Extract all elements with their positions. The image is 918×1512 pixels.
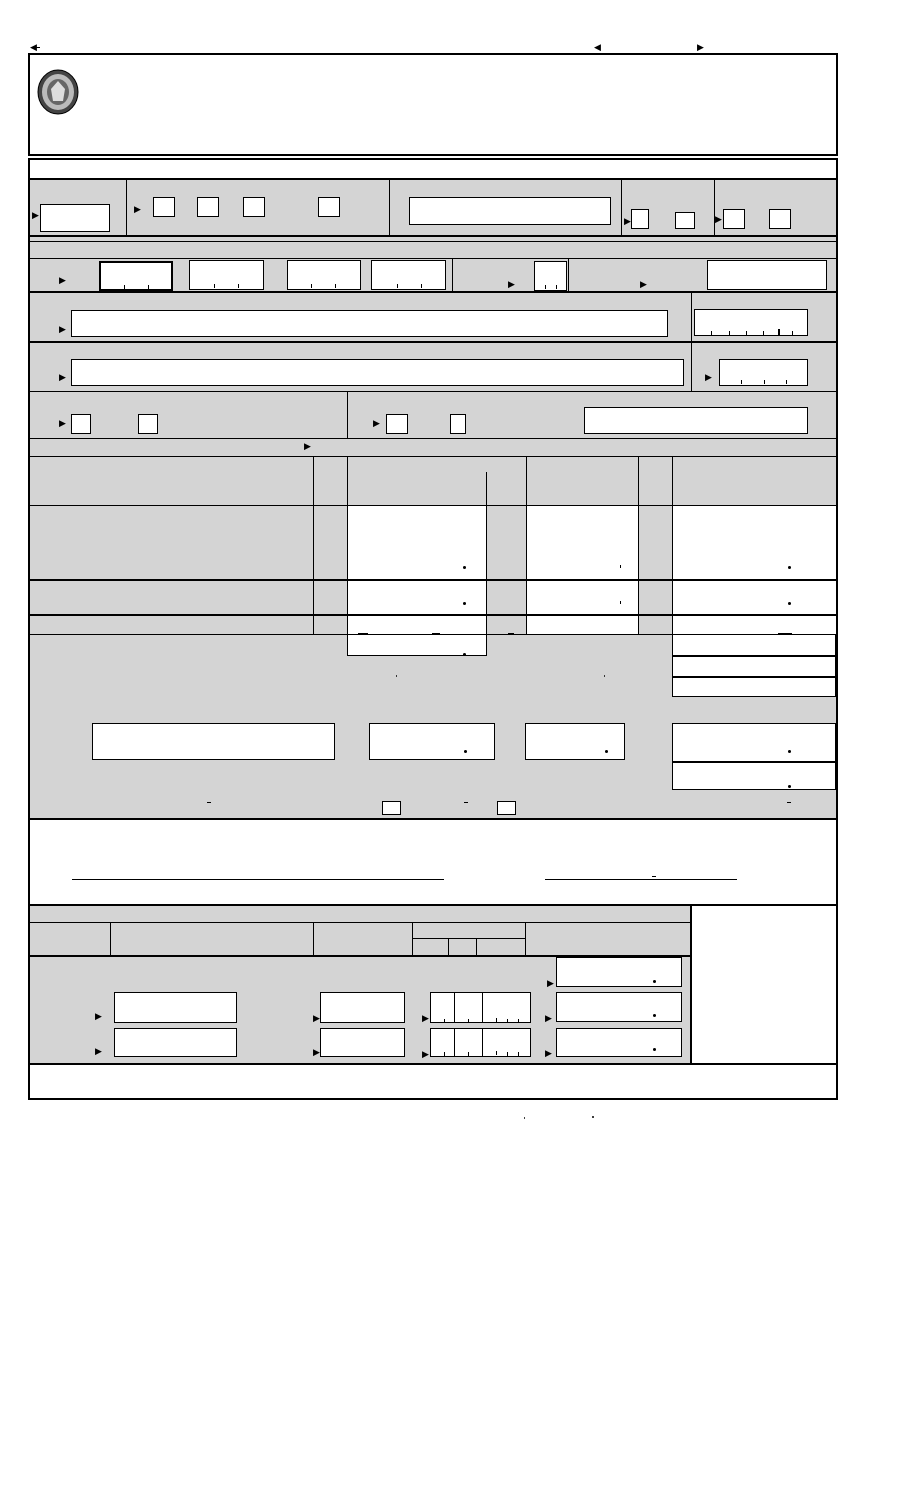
field-subtotal-c1[interactable]: [672, 634, 836, 656]
pointer-arrow-icon: ▶: [545, 1013, 552, 1023]
pointer-arrow-icon: ▶: [624, 216, 631, 226]
field-payment-type-1[interactable]: [114, 992, 237, 1023]
pointer-arrow-icon: ▶: [59, 275, 66, 285]
checkbox-option-2[interactable]: [197, 197, 219, 217]
pointer-arrow-icon: ▶: [59, 324, 66, 334]
pointer-arrow-icon: ▶: [95, 1046, 102, 1056]
date-line: [545, 879, 737, 880]
checkbox-option-8[interactable]: [769, 209, 791, 229]
table-cell-b1[interactable]: [527, 506, 638, 579]
field-name-id[interactable]: [409, 197, 611, 225]
office-use-box: [692, 906, 836, 1064]
field-subtotal-c3[interactable]: [672, 677, 836, 697]
checkbox-option-6[interactable]: [675, 212, 695, 229]
field-date-1[interactable]: [99, 261, 173, 291]
field-address-1[interactable]: [71, 310, 668, 337]
pointer-arrow-icon: ▶: [95, 1011, 102, 1021]
form-header: [28, 53, 838, 156]
field-payment-number-2[interactable]: [320, 1028, 405, 1057]
checkbox-yes-1[interactable]: [71, 414, 91, 434]
table-cell-c1[interactable]: [673, 506, 836, 579]
top-left-dash: [34, 47, 40, 48]
checkbox-option-3[interactable]: [243, 197, 265, 217]
field-code[interactable]: [534, 261, 567, 291]
field-date-3[interactable]: [287, 260, 361, 290]
table-cell-b2[interactable]: [527, 581, 638, 614]
field-payment-total[interactable]: [556, 957, 682, 987]
pointer-arrow-icon: ▶: [304, 441, 311, 451]
pointer-arrow-icon: ▶: [134, 204, 141, 214]
field-account-number[interactable]: [40, 204, 110, 232]
section-title-strip: [30, 160, 836, 178]
field-payment-date-1[interactable]: [430, 992, 531, 1023]
field-amount-a[interactable]: [369, 723, 495, 760]
field-payment-type-2[interactable]: [114, 1028, 237, 1057]
field-description[interactable]: [92, 723, 335, 760]
field-payment-amount-2[interactable]: [556, 1028, 682, 1057]
field-subtotal-c2[interactable]: [672, 656, 836, 677]
pointer-arrow-icon: ▶: [313, 1047, 320, 1057]
state-seal-icon: [37, 69, 79, 115]
field-address-2[interactable]: [71, 359, 684, 386]
table-cell-a3[interactable]: [348, 616, 486, 634]
checkbox-option-5[interactable]: [631, 209, 649, 229]
pointer-arrow-icon: ▶: [545, 1048, 552, 1058]
checkbox-signature-b[interactable]: [497, 801, 516, 815]
checkbox-no-1[interactable]: [138, 414, 158, 434]
pointer-arrow-icon: ▶: [59, 418, 66, 428]
checkbox-yes-2[interactable]: [386, 414, 408, 434]
table-cell-b3[interactable]: [527, 616, 638, 634]
form-footer: [30, 1065, 836, 1098]
signature-line: [72, 879, 444, 880]
pointer-arrow-icon: ▶: [640, 279, 647, 289]
pointer-arrow-icon: ▶: [373, 418, 380, 428]
field-payment-amount-1[interactable]: [556, 992, 682, 1022]
pointer-arrow-icon: ▶: [705, 372, 712, 382]
field-date-2[interactable]: [189, 260, 264, 290]
table-cell-c2[interactable]: [673, 581, 836, 614]
checkbox-no-2[interactable]: [450, 414, 466, 434]
checkbox-option-7[interactable]: [723, 209, 745, 229]
table-cell-a2[interactable]: [348, 581, 486, 614]
pointer-arrow-icon: ▶: [59, 372, 66, 382]
table-cell-c3[interactable]: [673, 616, 836, 634]
right-pointer-icon: ▶: [697, 42, 704, 52]
pointer-arrow-icon: ▶: [422, 1013, 429, 1023]
checkbox-signature-a[interactable]: [382, 801, 401, 815]
pointer-arrow-icon: ▶: [715, 214, 722, 224]
pointer-arrow-icon: ▶: [422, 1049, 429, 1059]
field-payment-date-2[interactable]: [430, 1028, 531, 1057]
field-reference[interactable]: [707, 260, 827, 290]
checkbox-option-4[interactable]: [318, 197, 340, 217]
pointer-arrow-icon: ▶: [508, 279, 515, 289]
pointer-arrow-icon: ▶: [313, 1013, 320, 1023]
field-amount-c1[interactable]: [672, 723, 836, 762]
pointer-arrow-icon: ▶: [32, 210, 39, 220]
field-amount-b[interactable]: [525, 723, 625, 760]
field-date-4[interactable]: [371, 260, 446, 290]
signature-section: [30, 820, 836, 904]
field-other-specify[interactable]: [584, 407, 808, 434]
field-amount-c2[interactable]: [672, 762, 836, 790]
pointer-arrow-icon: ▶: [547, 978, 554, 988]
left-pointer-icon: ◀: [594, 42, 601, 52]
field-subtotal-a[interactable]: [347, 634, 487, 656]
field-payment-number-1[interactable]: [320, 992, 405, 1023]
checkbox-option-1[interactable]: [153, 197, 175, 217]
